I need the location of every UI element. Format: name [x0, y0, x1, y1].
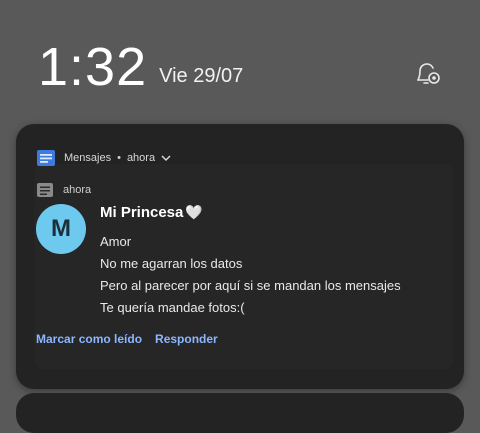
message-line: Amor — [100, 234, 132, 249]
conversation-time: ahora — [63, 184, 92, 196]
message-line: No me agarran los datos — [100, 256, 243, 271]
chevron-down-icon[interactable] — [161, 153, 171, 163]
reply-button[interactable]: Responder — [155, 332, 218, 346]
heart-emoji: 🤍 — [185, 204, 203, 220]
conversation-icon — [37, 183, 53, 197]
notification-time: ahora — [126, 152, 156, 164]
lockscreen-time: 1:32 — [38, 37, 148, 97]
avatar: M — [36, 204, 86, 254]
app-name: Mensajes — [64, 152, 112, 164]
notification-actions: Marcar como leído Responder — [36, 332, 218, 346]
header-separator: • — [117, 152, 121, 164]
message-list: Amor No me agarran los datos Pero al par… — [100, 231, 450, 319]
message-notification[interactable]: Mensajes • ahora ahora M Mi Princesa 🤍 A… — [16, 124, 464, 389]
sender-name: Mi Princesa 🤍 — [100, 204, 203, 221]
message-line: Te quería mandae fotos:( — [100, 300, 245, 315]
messages-app-icon — [37, 150, 55, 166]
lockscreen-date: Vie 29/07 — [159, 65, 244, 87]
conversation-header: ahora — [36, 182, 91, 198]
notification-header[interactable]: Mensajes • ahora — [36, 148, 171, 168]
message-line: Pero al parecer por aquí si se mandan lo… — [100, 278, 401, 293]
next-notification-card[interactable] — [16, 393, 464, 433]
notification-settings-icon[interactable] — [414, 60, 442, 88]
mark-read-button[interactable]: Marcar como leído — [36, 332, 142, 346]
lockscreen-clock: 1:32 Vie 29/07 — [38, 34, 243, 94]
sender-name-text: Mi Princesa — [100, 204, 184, 221]
